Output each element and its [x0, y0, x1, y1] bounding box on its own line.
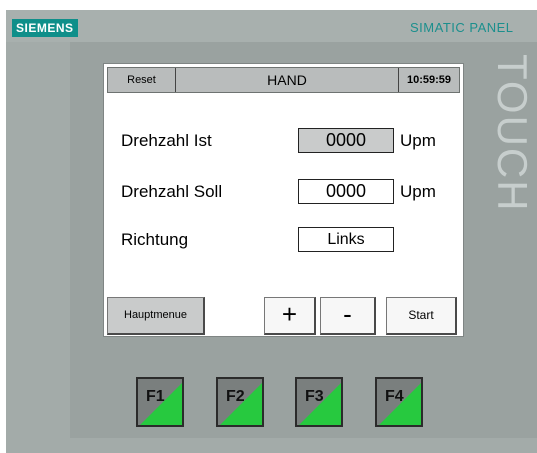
simatic-panel-label: SIMATIC PANEL	[410, 20, 514, 35]
f1-key[interactable]: F1	[136, 377, 184, 427]
drehzahl-ist-label: Drehzahl Ist	[121, 131, 212, 150]
siemens-logo: SIEMENS	[12, 19, 78, 37]
drehzahl-soll-unit: Upm	[400, 182, 436, 201]
richtung-label: Richtung	[121, 230, 189, 249]
drehzahl-ist-unit: Upm	[400, 131, 436, 150]
drehzahl-soll-input[interactable]: 0000	[298, 179, 394, 204]
f4-key-label: F4	[385, 388, 404, 405]
drehzahl-soll-label: Drehzahl Soll	[121, 182, 223, 201]
start-button[interactable]: Start	[386, 297, 457, 335]
reset-button[interactable]: Reset	[108, 68, 176, 92]
panel-left-bezel	[6, 42, 70, 440]
screen-header: Reset HAND 10:59:59	[107, 67, 460, 93]
mode-label: HAND	[267, 72, 307, 88]
touch-label: TOUCH	[492, 54, 536, 213]
panel-bottom-bezel	[6, 438, 537, 453]
f1-key-label: F1	[146, 388, 165, 405]
plus-button[interactable]: +	[264, 297, 316, 335]
clock-display: 10:59:59	[398, 68, 459, 92]
drehzahl-ist-value: 0000	[298, 128, 394, 153]
richtung-selector[interactable]: Links	[298, 227, 394, 252]
touch-screen: Reset HAND 10:59:59 Drehzahl Ist 0000 Up…	[103, 63, 464, 337]
f3-key[interactable]: F3	[295, 377, 343, 427]
f2-key[interactable]: F2	[216, 377, 264, 427]
hmi-panel: SIEMENS SIMATIC PANEL TOUCH Reset HAND 1…	[6, 10, 537, 453]
f3-key-label: F3	[305, 388, 324, 405]
f2-key-label: F2	[226, 388, 245, 405]
minus-button[interactable]: -	[320, 297, 376, 335]
hauptmenue-button[interactable]: Hauptmenue	[107, 297, 205, 335]
f4-key[interactable]: F4	[375, 377, 423, 427]
